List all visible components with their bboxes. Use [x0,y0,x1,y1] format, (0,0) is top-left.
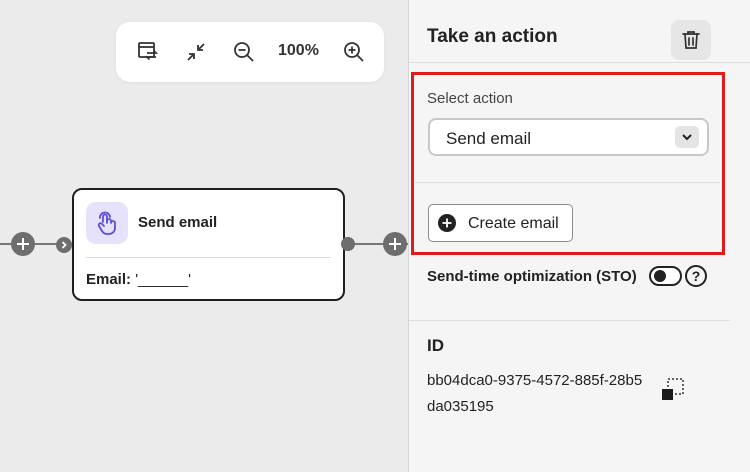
create-email-button[interactable]: Create email [428,204,573,242]
zoom-in-button[interactable] [338,36,370,68]
select-action-label: Select action [427,90,513,107]
dropdown-toggle[interactable] [675,126,699,148]
id-value: bb04dca0-9375-4572-885f-28b5da035195 [427,372,643,415]
delete-action-button[interactable] [671,20,711,60]
plus-icon [389,238,401,250]
panel-title: Take an action [427,26,558,47]
add-circle-icon [438,214,456,232]
plus-icon [17,238,29,250]
node-title: Send email [138,214,218,231]
node-input-handle [56,237,72,253]
node-field-label: Email: [86,271,132,288]
toggle-knob [654,270,666,282]
sto-toggle[interactable] [649,266,682,286]
select-action-value: Send email [446,129,532,148]
node-divider [86,257,331,258]
node-output-handle[interactable] [341,237,355,251]
node-email-field: Email: '______' [86,271,191,288]
canvas-toolbar: 100% [116,22,384,82]
journey-canvas: 100% Send email Email: '______' [0,0,408,472]
trash-icon [682,31,700,49]
header-divider [409,62,750,63]
chevron-right-icon [61,241,67,249]
create-email-label: Create email [468,215,559,232]
chevron-down-icon [682,134,692,141]
send-email-node[interactable]: Send email Email: '______' [72,188,345,301]
select-action-dropdown[interactable]: Send email [428,118,709,156]
section-divider [415,182,720,183]
copy-id-button[interactable] [659,376,687,404]
zoom-in-icon [344,42,364,62]
copy-icon [662,378,684,400]
node-field-value: '______' [135,271,191,288]
action-properties-panel: Take an action Select action Send email … [408,0,750,472]
touch-hand-icon [97,211,116,235]
fit-view-button[interactable] [180,36,212,68]
swap-layout-icon [138,42,159,61]
sto-label: Send-time optimization (STO) [427,268,637,285]
zoom-out-button[interactable] [228,36,260,68]
node-icon-container [86,202,128,244]
add-step-right-button[interactable] [383,232,407,256]
swap-layout-button[interactable] [132,36,164,68]
zoom-out-icon [234,42,254,62]
id-label: ID [427,336,444,355]
add-step-left-button[interactable] [11,232,35,256]
zoom-level: 100% [278,42,319,59]
sto-divider [409,320,730,321]
shrink-icon [187,43,205,61]
help-icon[interactable]: ? [685,265,707,287]
